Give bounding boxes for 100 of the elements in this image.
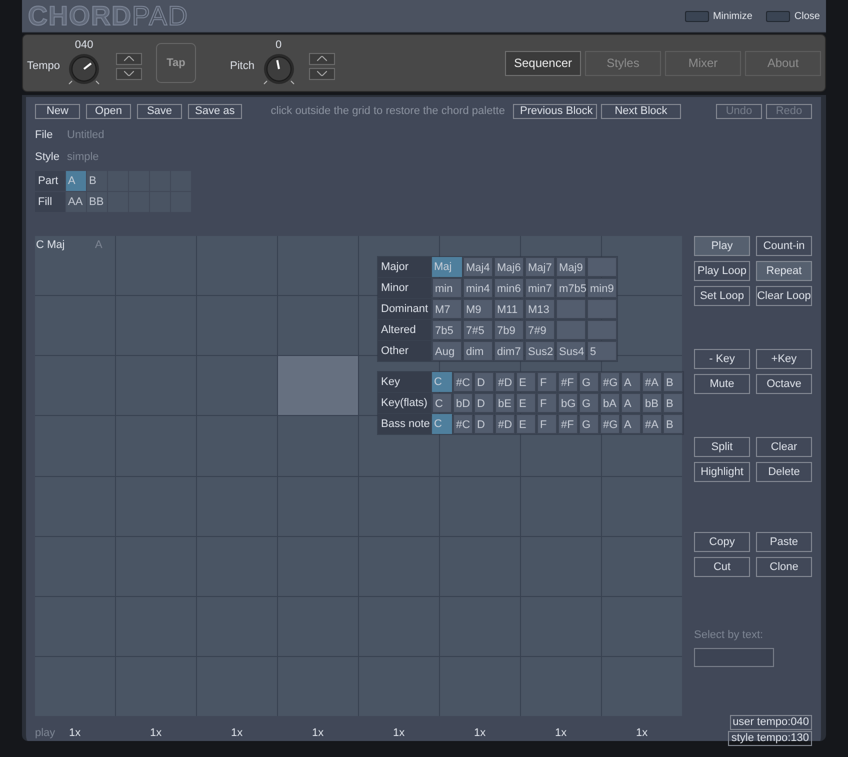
side-button[interactable]: Play <box>694 236 750 256</box>
palette-cell[interactable]: min7 <box>525 278 555 298</box>
palette-cell[interactable]: D <box>474 393 494 413</box>
palette-cell[interactable]: Maj9 <box>556 257 586 277</box>
palette-cell[interactable]: Maj7 <box>525 257 555 277</box>
palette-cell[interactable]: D <box>474 414 494 434</box>
palette-cell[interactable]: #D <box>495 414 515 434</box>
palette-cell[interactable]: bG <box>558 393 578 413</box>
palette-cell[interactable] <box>587 257 617 277</box>
decrement-button[interactable] <box>116 68 142 80</box>
palette-cell[interactable]: bA <box>600 393 620 413</box>
side-button[interactable]: Clone <box>756 557 812 577</box>
grid-cell[interactable] <box>278 296 358 356</box>
palette-cell[interactable]: F <box>537 372 557 392</box>
palette-cell[interactable]: G <box>579 372 599 392</box>
part-cell[interactable]: A <box>66 171 86 191</box>
side-button[interactable]: Octave <box>756 374 812 394</box>
tap-button[interactable]: Tap <box>156 43 196 83</box>
side-button[interactable]: Paste <box>756 532 812 552</box>
side-button[interactable]: Play Loop <box>694 261 750 281</box>
palette-cell[interactable]: B <box>663 414 683 434</box>
side-button[interactable]: Copy <box>694 532 750 552</box>
grid-cell[interactable] <box>197 296 277 356</box>
increment-button[interactable] <box>308 52 334 64</box>
palette-cell[interactable]: D <box>474 372 494 392</box>
palette-cell[interactable]: G <box>579 393 599 413</box>
palette-cell[interactable]: A <box>621 372 641 392</box>
palette-cell[interactable]: 7b9 <box>494 320 524 340</box>
palette-cell[interactable]: min <box>432 278 462 298</box>
palette-cell[interactable]: C <box>432 393 452 413</box>
palette-cell[interactable] <box>556 320 586 340</box>
palette-cell[interactable]: #C <box>453 414 473 434</box>
palette-cell[interactable]: E <box>516 372 536 392</box>
palette-cell[interactable]: #A <box>642 414 662 434</box>
palette-cell[interactable]: Aug <box>432 341 462 361</box>
palette-cell[interactable]: Maj4 <box>463 257 493 277</box>
side-button[interactable]: Clear Loop <box>756 286 812 306</box>
side-button[interactable]: Count-in <box>756 236 812 256</box>
palette-cell[interactable]: Sus2 <box>525 341 555 361</box>
side-button[interactable]: Highlight <box>694 462 750 482</box>
grid-cell[interactable] <box>197 416 277 476</box>
toolbar-button[interactable]: Save <box>137 104 182 118</box>
palette-cell[interactable]: Maj6 <box>494 257 524 277</box>
toolbar-button[interactable]: Next Block <box>601 104 681 118</box>
palette-cell[interactable]: Sus4 <box>556 341 586 361</box>
palette-cell[interactable]: min9 <box>587 278 617 298</box>
palette-cell[interactable]: E <box>516 414 536 434</box>
toolbar-button[interactable]: New <box>35 104 80 118</box>
toolbar-button[interactable]: Open <box>86 104 131 118</box>
side-button[interactable]: Repeat <box>756 261 812 281</box>
palette-cell[interactable]: #G <box>600 372 620 392</box>
palette-cell[interactable]: bE <box>495 393 515 413</box>
tab[interactable]: About <box>745 50 821 76</box>
tab[interactable]: Sequencer <box>505 50 581 76</box>
side-button[interactable]: Mute <box>694 374 750 394</box>
toolbar-button[interactable]: Save as <box>188 104 242 118</box>
palette-cell[interactable]: dim7 <box>494 341 524 361</box>
palette-cell[interactable]: 7b5 <box>432 320 462 340</box>
increment-button[interactable] <box>116 52 142 64</box>
side-button[interactable]: - Key <box>694 349 750 369</box>
palette-cell[interactable]: #G <box>600 414 620 434</box>
grid-cell[interactable] <box>278 356 358 416</box>
window-control-button[interactable]: Close <box>766 8 820 24</box>
palette-cell[interactable]: M13 <box>525 299 555 319</box>
palette-cell[interactable]: M9 <box>463 299 493 319</box>
palette-cell[interactable]: #F <box>558 414 578 434</box>
side-button[interactable]: Cut <box>694 557 750 577</box>
palette-cell[interactable]: A <box>621 393 641 413</box>
tab[interactable]: Mixer <box>665 50 741 76</box>
palette-cell[interactable]: 7#9 <box>525 320 555 340</box>
palette-cell[interactable]: F <box>537 414 557 434</box>
palette-cell[interactable]: bB <box>642 393 662 413</box>
window-control-button[interactable]: Minimize <box>684 8 752 24</box>
grid-cell[interactable] <box>278 416 358 476</box>
palette-cell[interactable]: G <box>579 414 599 434</box>
part-cell[interactable]: AA <box>66 192 86 212</box>
part-cell[interactable]: BB <box>87 192 107 212</box>
palette-cell[interactable]: dim <box>463 341 493 361</box>
palette-cell[interactable]: B <box>663 393 683 413</box>
palette-cell[interactable]: bD <box>453 393 473 413</box>
palette-cell[interactable]: M11 <box>494 299 524 319</box>
part-cell[interactable]: B <box>87 171 107 191</box>
side-button[interactable]: +Key <box>756 349 812 369</box>
decrement-button[interactable] <box>308 68 334 80</box>
palette-cell[interactable]: C <box>432 414 452 434</box>
side-button[interactable]: Set Loop <box>694 286 750 306</box>
palette-cell[interactable]: F <box>537 393 557 413</box>
palette-cell[interactable]: #A <box>642 372 662 392</box>
palette-cell[interactable] <box>587 299 617 319</box>
palette-cell[interactable]: #D <box>495 372 515 392</box>
palette-cell[interactable]: B <box>663 372 683 392</box>
toolbar-button[interactable]: Previous Block <box>513 104 597 118</box>
palette-cell[interactable]: Maj <box>432 257 462 277</box>
palette-cell[interactable]: 5 <box>587 341 617 361</box>
grid-cell[interactable] <box>197 356 277 416</box>
tab[interactable]: Styles <box>585 50 661 76</box>
side-button[interactable]: Split <box>694 437 750 457</box>
palette-cell[interactable]: C <box>432 372 452 392</box>
palette-cell[interactable]: min6 <box>494 278 524 298</box>
side-button[interactable]: Clear <box>756 437 812 457</box>
